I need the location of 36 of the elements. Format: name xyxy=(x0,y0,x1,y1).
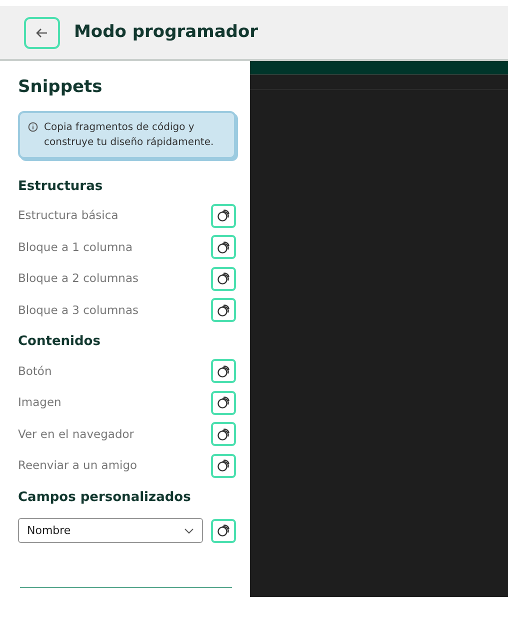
copy-icon xyxy=(217,459,230,472)
snippet-label: Botón xyxy=(18,362,52,380)
copy-icon xyxy=(217,304,230,317)
field-select[interactable]: Nombre xyxy=(18,518,203,544)
copy-button[interactable] xyxy=(211,422,236,446)
snippet-label: Bloque a 3 columnas xyxy=(18,302,138,319)
copy-icon xyxy=(217,209,230,222)
snippet-label: Imagen xyxy=(18,394,62,412)
snippet-label: Bloque a 1 columna xyxy=(18,238,132,256)
copy-button[interactable] xyxy=(211,454,236,478)
snippet-label: Bloque a 2 columnas xyxy=(18,270,138,288)
snippet-label: Estructura básica xyxy=(18,207,118,224)
copy-button[interactable] xyxy=(211,266,236,291)
section-title: Estructuras xyxy=(18,178,104,196)
copy-button[interactable] xyxy=(211,235,236,260)
info-text: Copia fragmentos de código y construye tu diseño rápidamente. xyxy=(44,120,215,150)
chevron-down-icon xyxy=(184,528,194,534)
copy-button[interactable] xyxy=(211,390,236,415)
info-icon xyxy=(28,122,38,132)
copy-button[interactable] xyxy=(211,204,236,228)
copy-icon xyxy=(217,272,230,286)
page-title: Modo programador xyxy=(74,20,258,44)
copy-button[interactable] xyxy=(211,298,236,322)
section-title: Campos personalizados xyxy=(18,488,192,506)
snippet-label: Reenviar a un amigo xyxy=(18,457,138,474)
sidebar-title: Snippets xyxy=(18,76,104,99)
copy-button[interactable] xyxy=(211,359,236,384)
back-arrow-icon xyxy=(36,28,48,38)
copy-icon xyxy=(217,364,230,378)
copy-icon xyxy=(217,396,230,410)
copy-icon xyxy=(217,240,230,254)
copy-icon xyxy=(217,428,230,441)
copy-icon xyxy=(217,524,230,538)
copy-button[interactable] xyxy=(211,518,236,543)
section-title: Contenidos xyxy=(18,333,102,351)
snippet-label: Ver en el navegador xyxy=(18,426,134,443)
